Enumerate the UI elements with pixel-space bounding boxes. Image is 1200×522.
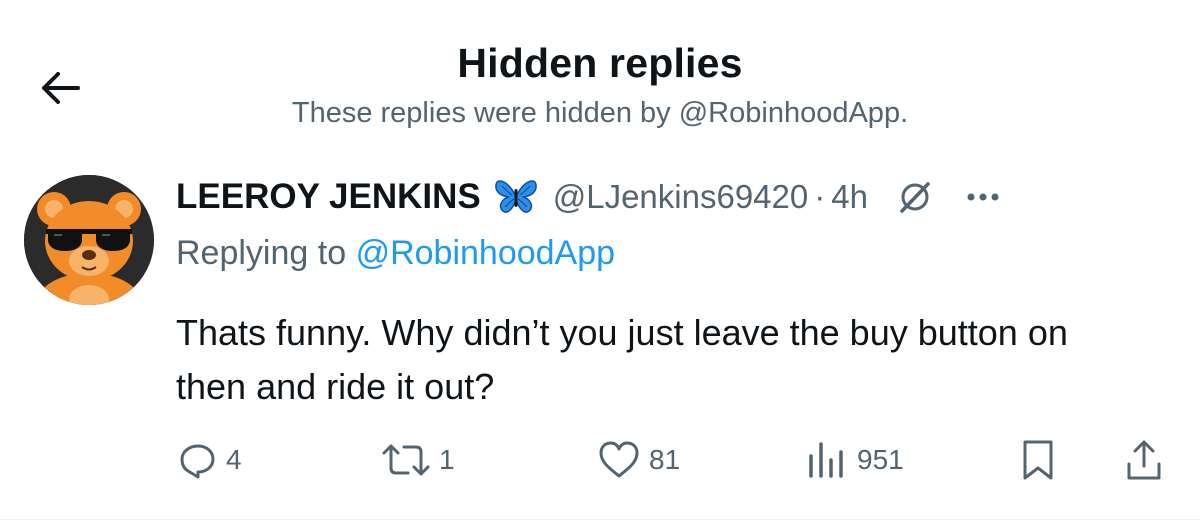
bookmark-icon — [1023, 440, 1053, 480]
tweet-text: Thats funny. Why didn’t you just leave t… — [176, 312, 1068, 407]
avatar[interactable] — [24, 175, 154, 305]
view-count: 951 — [857, 444, 904, 475]
display-name[interactable]: LEEROY JENKINS — [176, 177, 481, 217]
reply-count: 4 — [226, 444, 242, 475]
reply-button[interactable]: 4 — [178, 436, 242, 484]
share-button[interactable] — [1124, 436, 1164, 484]
like-button[interactable]: 81 — [597, 436, 680, 484]
timestamp[interactable]: 4h — [831, 178, 868, 216]
bear-avatar-image — [24, 175, 154, 305]
like-count: 81 — [649, 444, 681, 475]
replying-mention-link[interactable]: @RobinhoodApp — [356, 234, 615, 272]
share-icon — [1127, 440, 1161, 480]
repost-count: 1 — [439, 444, 455, 475]
bookmark-button[interactable] — [1018, 436, 1058, 484]
page-title: Hidden replies — [457, 40, 743, 86]
replying-to: Replying to @RobinhoodApp — [176, 234, 615, 273]
user-handle[interactable]: @LJenkins69420 — [553, 178, 809, 216]
page-subtitle: These replies were hidden by @RobinhoodA… — [291, 97, 909, 129]
divider — [0, 519, 1200, 520]
butterfly-icon — [493, 177, 539, 217]
replying-prefix: Replying to — [176, 234, 347, 272]
reply-icon — [180, 444, 215, 479]
heart-icon — [599, 441, 639, 478]
repost-icon — [382, 444, 430, 476]
tweet-header: LEEROY JENKINS @LJenkins69420 · 4h — [176, 172, 1000, 222]
more-options-icon[interactable] — [966, 192, 1000, 202]
repost-button[interactable]: 1 — [381, 436, 455, 484]
separator-dot: · — [814, 178, 826, 215]
grok-icon[interactable] — [898, 180, 932, 214]
analytics-icon — [809, 442, 843, 478]
views-button[interactable]: 951 — [805, 436, 904, 484]
